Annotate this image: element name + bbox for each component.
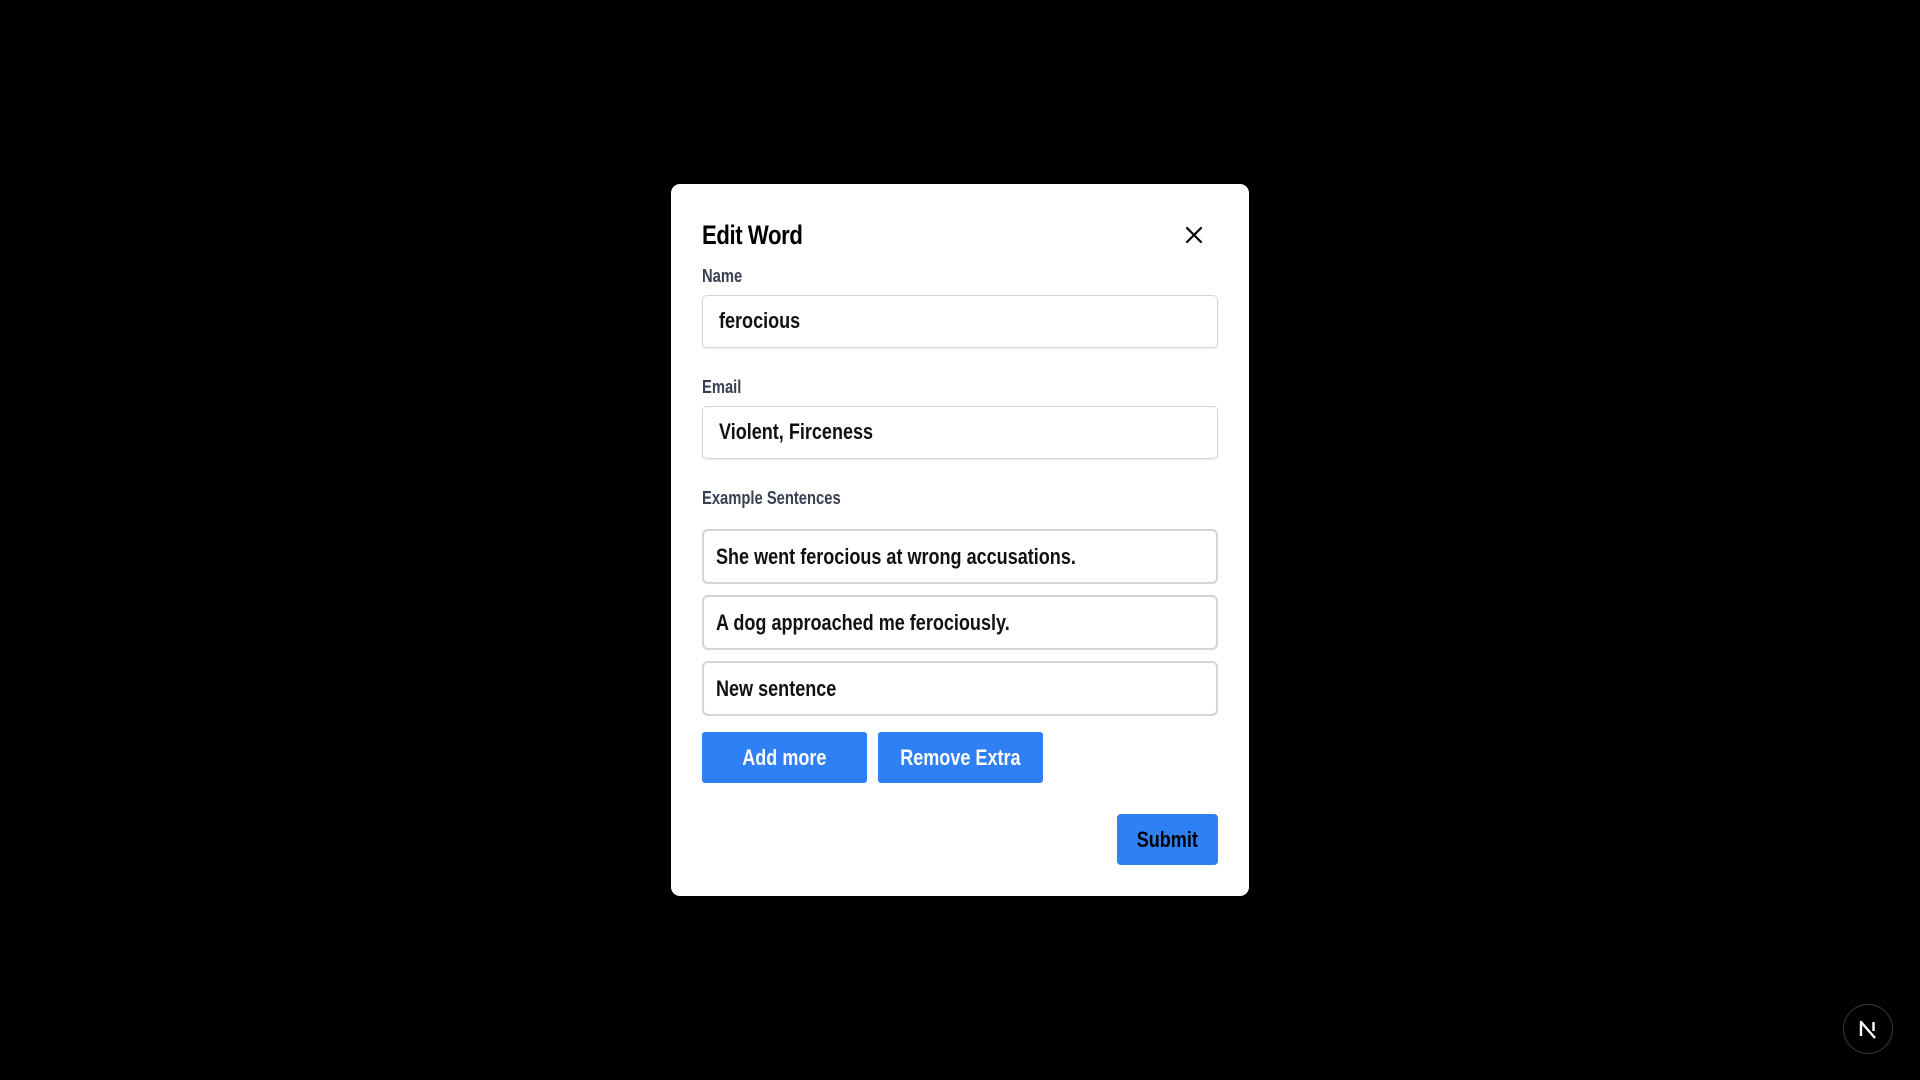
dialog-header: Edit Word [702, 215, 1218, 255]
sentence-actions: Add more Remove Extra [702, 732, 1218, 783]
sentence-input-value: She went ferocious at wrong accusations. [716, 544, 1076, 569]
sentence-input-1[interactable]: She went ferocious at wrong accusations. [702, 529, 1218, 584]
sentence-input-3[interactable]: New sentence [702, 661, 1218, 716]
sentences-label: Example Sentences [702, 488, 841, 508]
email-input[interactable]: Violent, Firceness [702, 406, 1218, 459]
nextjs-logo-icon [1859, 1020, 1876, 1039]
email-input-value: Violent, Firceness [719, 419, 874, 444]
name-input[interactable]: ferocious [702, 295, 1218, 348]
edit-word-dialog: Edit Word Name ferocious Email Violent, … [671, 184, 1249, 896]
remove-extra-button[interactable]: Remove Extra [878, 732, 1043, 783]
sentence-input-2[interactable]: A dog approached me ferociously. [702, 595, 1218, 650]
close-button[interactable] [1180, 221, 1208, 249]
name-input-value: ferocious [719, 308, 801, 333]
dialog-title: Edit Word [702, 219, 803, 250]
sentences-field-group: Example Sentences She went ferocious at … [702, 487, 1218, 716]
submit-button[interactable]: Submit [1117, 814, 1218, 865]
email-field-group: Email Violent, Firceness [702, 376, 1218, 459]
dev-tools-button[interactable] [1843, 1004, 1893, 1054]
name-label: Name [702, 266, 743, 286]
sentence-input-value: New sentence [716, 676, 837, 701]
close-icon [1185, 226, 1203, 244]
email-label: Email [702, 377, 742, 397]
sentence-input-value: A dog approached me ferociously. [716, 610, 1010, 635]
add-more-button[interactable]: Add more [702, 732, 867, 783]
name-field-group: Name ferocious [702, 265, 1218, 348]
